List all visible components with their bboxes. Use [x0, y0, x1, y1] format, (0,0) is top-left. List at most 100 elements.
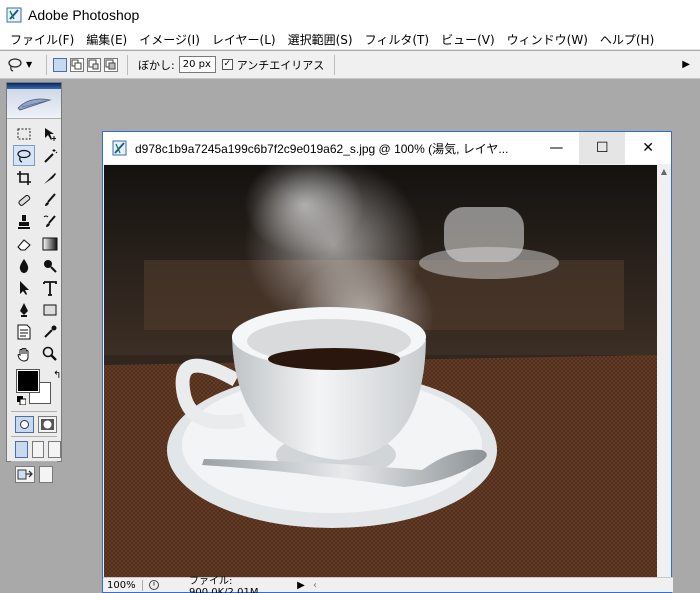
brush-tool[interactable] [39, 189, 61, 210]
screen-mode-standard-button[interactable] [15, 441, 28, 458]
menu-bar: ファイル(F) 編集(E) イメージ(I) レイヤー(L) 選択範囲(S) フィ… [0, 30, 700, 50]
intersect-selection-icon [105, 59, 116, 69]
document-titlebar[interactable]: d978c1b9a7245a199c6b7f2c9e019a62_s.jpg @… [103, 132, 671, 164]
add-selection-icon [71, 59, 82, 69]
document-file-icon [111, 139, 129, 157]
blur-tool[interactable] [13, 255, 35, 276]
marquee-icon [17, 128, 31, 139]
toolbox-panel: ↰ [6, 82, 62, 483]
lasso-tool[interactable] [13, 145, 35, 166]
options-divider [127, 54, 128, 75]
zoom-tool[interactable] [39, 343, 61, 364]
notes-tool[interactable] [13, 321, 35, 342]
screen-mode-fullmenu-button[interactable] [31, 441, 45, 458]
minimize-button[interactable]: — [534, 132, 580, 164]
maximize-button[interactable]: ☐ [579, 132, 626, 164]
dodge-icon [44, 259, 57, 273]
lasso-icon [8, 57, 22, 72]
note-icon [17, 324, 31, 339]
bandage-icon [18, 194, 31, 206]
chevron-down-icon: ▼ [26, 60, 33, 69]
eraser-tool[interactable] [13, 233, 35, 254]
options-bar: ▼ ぼかし: ✓ アンチエイリアス ▶ [0, 51, 700, 79]
rectangle-shape-icon [43, 304, 57, 315]
zoom-level-field[interactable]: 100% [103, 579, 143, 591]
close-button[interactable]: ✕ [625, 132, 671, 164]
document-canvas[interactable] [104, 165, 658, 579]
pen-nib-icon [20, 302, 28, 317]
slice-tool[interactable] [39, 167, 61, 188]
feather-input[interactable] [178, 56, 216, 73]
document-window: d978c1b9a7245a199c6b7f2c9e019a62_s.jpg @… [102, 131, 673, 593]
menu-filter[interactable]: フィルタ(T) [359, 31, 435, 49]
options-divider [46, 54, 47, 75]
history-brush-icon [43, 214, 56, 227]
document-statusbar: 100% ファイル: 900.0K/2.01M ▶ ‹ [103, 576, 673, 593]
status-info-icon[interactable] [147, 579, 161, 591]
document-title: d978c1b9a7245a199c6b7f2c9e019a62_s.jpg @… [135, 141, 509, 156]
add-to-selection-button[interactable] [70, 57, 84, 72]
quick-mask-mode-button[interactable] [38, 416, 57, 433]
swap-colors-icon[interactable]: ↰ [53, 370, 61, 381]
eyedropper-tool[interactable] [39, 321, 61, 342]
toolbox-divider [11, 461, 57, 462]
scroll-up-icon[interactable]: ▲ [659, 167, 669, 177]
menu-window[interactable]: ウィンドウ(W) [501, 31, 594, 49]
standard-mode-button[interactable] [15, 416, 34, 433]
eraser-icon [17, 238, 31, 250]
scroll-left-icon[interactable]: ‹ [313, 580, 317, 591]
menu-file[interactable]: ファイル(F) [4, 31, 80, 49]
gradient-icon [42, 237, 58, 250]
magic-wand-tool[interactable] [39, 145, 61, 166]
menu-view[interactable]: ビュー(V) [435, 31, 501, 49]
imageready-app-icon[interactable] [39, 466, 53, 483]
photoshop-feather-logo-icon[interactable] [7, 89, 61, 119]
foreground-color-swatch[interactable] [16, 369, 40, 393]
photoshop-logo-icon [6, 7, 22, 23]
color-swatches: ↰ [15, 368, 61, 408]
rectangle-tool[interactable] [39, 299, 61, 320]
tool-preset-picker[interactable]: ▼ [6, 55, 40, 75]
vertical-scrollbar[interactable]: ▲ [657, 165, 671, 579]
type-t-icon [43, 280, 57, 296]
options-bar-menu-icon[interactable]: ▶ [682, 59, 690, 70]
crop-icon [17, 170, 31, 185]
menu-edit[interactable]: 編集(E) [80, 31, 133, 49]
jump-to-imageready-button[interactable] [15, 466, 35, 483]
pen-tool[interactable] [13, 299, 35, 320]
magnifier-icon [42, 346, 57, 361]
menu-select[interactable]: 選択範囲(S) [282, 31, 359, 49]
toolbox-divider [11, 436, 57, 437]
coffee-cup-photo [104, 165, 658, 579]
quick-mask-icon [41, 419, 54, 430]
subtract-from-selection-button[interactable] [87, 57, 101, 72]
slice-knife-icon [44, 172, 56, 184]
dodge-tool[interactable] [39, 255, 61, 276]
magic-wand-icon [44, 148, 58, 163]
history-brush-tool[interactable] [39, 211, 61, 232]
menu-image[interactable]: イメージ(I) [133, 31, 206, 49]
rectangular-marquee-tool[interactable] [13, 123, 35, 144]
intersect-selection-button[interactable] [104, 57, 118, 72]
path-selection-tool[interactable] [13, 277, 35, 298]
clone-stamp-tool[interactable] [13, 211, 35, 232]
brush-icon [45, 192, 56, 206]
antialias-checkbox[interactable]: ✓ [221, 59, 233, 70]
standard-mode-icon [20, 420, 29, 429]
healing-brush-tool[interactable] [13, 189, 35, 210]
hand-tool[interactable] [13, 343, 35, 364]
move-tool[interactable] [39, 123, 61, 144]
status-menu-arrow-icon[interactable]: ▶ [295, 580, 307, 591]
type-tool[interactable] [39, 277, 61, 298]
blur-drop-icon [19, 258, 29, 273]
antialias-label: アンチエイリアス [236, 58, 325, 72]
gradient-tool[interactable] [39, 233, 61, 254]
screen-mode-full-button[interactable] [48, 441, 62, 458]
new-selection-button[interactable] [53, 57, 67, 72]
crop-tool[interactable] [13, 167, 35, 188]
menu-help[interactable]: ヘルプ(H) [594, 31, 660, 49]
app-titlebar: Adobe Photoshop [0, 0, 700, 30]
hand-icon [17, 347, 29, 362]
default-colors-icon[interactable] [17, 396, 26, 405]
menu-layer[interactable]: レイヤー(L) [206, 31, 282, 49]
